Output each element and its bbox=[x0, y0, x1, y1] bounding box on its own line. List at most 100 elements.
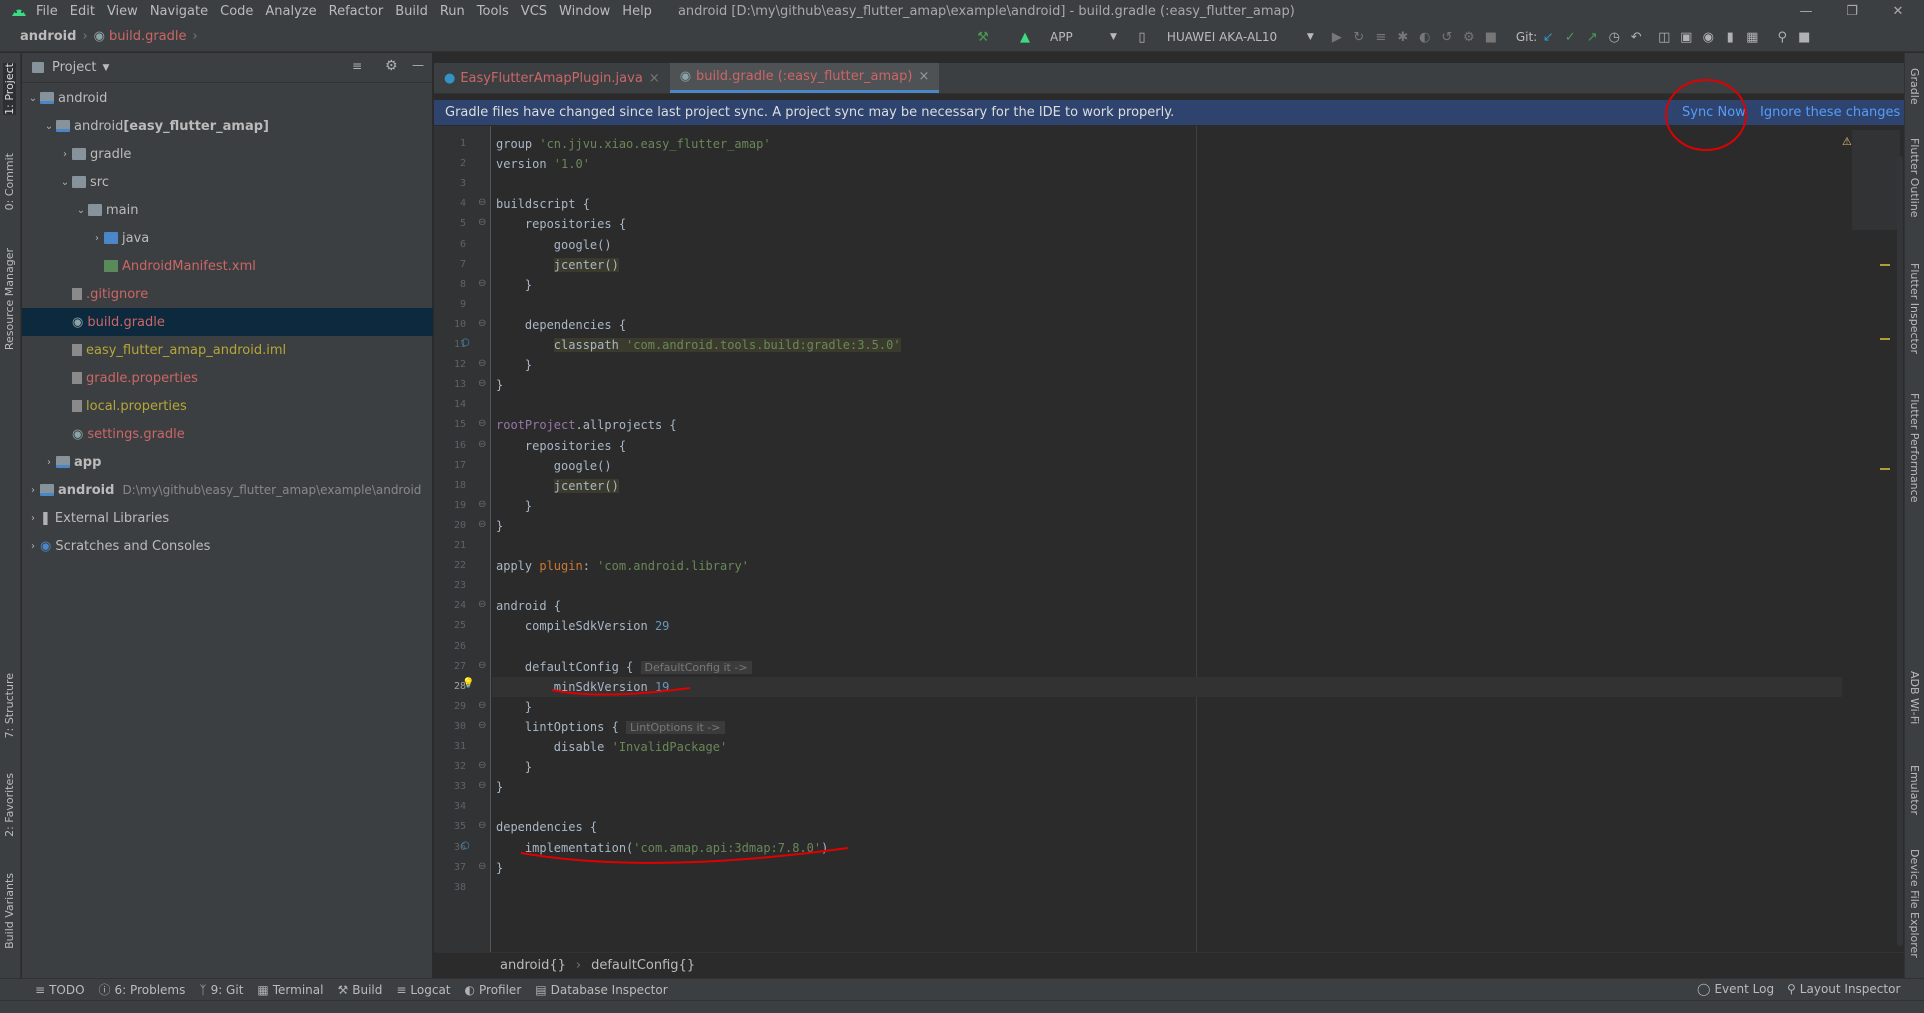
run-config-select[interactable]: APP bbox=[1050, 30, 1110, 44]
tool-tab-git[interactable]: ᛉ 9: Git bbox=[192, 983, 250, 997]
tool-tab-flutter-outline[interactable]: Flutter Outline bbox=[1908, 138, 1921, 218]
editor-scroll-area[interactable]: ⚠ 3 ⌃ ⌄ bbox=[1842, 126, 1904, 952]
tab-build-gradle[interactable]: ◉ build.gradle (:easy_flutter_amap) × bbox=[669, 63, 940, 93]
fold-marker-icon[interactable]: ⊖ bbox=[478, 599, 486, 610]
warning-marker[interactable] bbox=[1880, 264, 1890, 266]
collapse-all-icon[interactable]: ≡ bbox=[352, 59, 362, 73]
code-line[interactable]: } bbox=[496, 859, 503, 877]
chevron-down-icon[interactable]: ⌄ bbox=[42, 121, 56, 132]
code-line[interactable]: jcenter() bbox=[496, 477, 619, 495]
tree-item-android-module[interactable]: ⌄ android [easy_flutter_amap] bbox=[22, 112, 433, 140]
fold-marker-icon[interactable]: ⊖ bbox=[478, 418, 486, 429]
dropdown-arrow-icon[interactable]: ▼ bbox=[1307, 32, 1314, 42]
fold-marker-icon[interactable]: ⊖ bbox=[478, 519, 486, 530]
code-line[interactable]: compileSdkVersion 29 bbox=[496, 617, 670, 635]
menu-help[interactable]: Help bbox=[616, 4, 658, 19]
git-update-icon[interactable]: ↙ bbox=[1537, 26, 1559, 48]
chevron-right-icon[interactable]: › bbox=[26, 513, 40, 524]
tool-tab-device-file-explorer[interactable]: Device File Explorer bbox=[1908, 849, 1921, 958]
fold-marker-icon[interactable]: ⊖ bbox=[478, 499, 486, 510]
terminal-window-icon[interactable]: ▣ bbox=[1675, 26, 1697, 48]
tree-item-build-gradle[interactable]: ◉ build.gradle bbox=[22, 308, 433, 336]
fold-marker-icon[interactable]: ⊖ bbox=[478, 820, 486, 831]
lightbulb-icon[interactable]: 💡 bbox=[462, 678, 474, 689]
code-line[interactable]: repositories { bbox=[496, 437, 626, 455]
tool-tab-problems[interactable]: ⓘ 6: Problems bbox=[92, 981, 193, 998]
fold-marker-icon[interactable]: ⊖ bbox=[478, 720, 486, 731]
tree-item-iml[interactable]: easy_flutter_amap_android.iml bbox=[22, 336, 433, 364]
fold-marker-icon[interactable]: ⊖ bbox=[478, 760, 486, 771]
fold-marker-icon[interactable]: ⊖ bbox=[478, 439, 486, 450]
git-history-icon[interactable]: ◷ bbox=[1603, 26, 1625, 48]
tree-item-android-example[interactable]: › android D:\my\github\easy_flutter_amap… bbox=[22, 476, 433, 504]
code-line[interactable]: } bbox=[496, 778, 503, 796]
git-rollback-icon[interactable]: ↶ bbox=[1625, 26, 1647, 48]
tree-item-scratches[interactable]: › ◉ Scratches and Consoles bbox=[22, 532, 433, 560]
menu-analyze[interactable]: Analyze bbox=[259, 4, 322, 19]
tool-tab-flutter-performance[interactable]: Flutter Performance bbox=[1908, 393, 1921, 502]
tree-item-android-root[interactable]: ⌄ android bbox=[22, 84, 433, 112]
gradle-dependency-icon[interactable]: ○ bbox=[461, 840, 470, 851]
tree-item-android-manifest[interactable]: AndroidManifest.xml bbox=[22, 252, 433, 280]
sync-now-link[interactable]: Sync Now bbox=[1682, 105, 1746, 120]
debug-icon[interactable]: ✱ bbox=[1392, 26, 1414, 48]
code-line[interactable]: defaultConfig { DefaultConfig it -> bbox=[496, 658, 752, 676]
gradle-dependency-icon[interactable]: ○ bbox=[461, 337, 470, 348]
code-line[interactable]: group 'cn.jjvu.xiao.easy_flutter_amap' bbox=[496, 135, 771, 153]
fold-marker-icon[interactable]: ⊖ bbox=[478, 318, 486, 329]
code-line[interactable]: google() bbox=[496, 236, 612, 254]
tree-item-src[interactable]: ⌄ src bbox=[22, 168, 433, 196]
tool-tab-commit[interactable]: 0: Commit bbox=[3, 153, 16, 210]
code-minimap[interactable] bbox=[1852, 130, 1900, 230]
code-line[interactable]: dependencies { bbox=[496, 818, 597, 836]
menu-refactor[interactable]: Refactor bbox=[323, 4, 390, 19]
dropdown-arrow-icon[interactable]: ▼ bbox=[102, 63, 109, 73]
tree-item-gradle-properties[interactable]: gradle.properties bbox=[22, 364, 433, 392]
tree-item-app[interactable]: › app bbox=[22, 448, 433, 476]
tool-tab-build[interactable]: ⚒ Build bbox=[330, 983, 389, 997]
tool-tab-project[interactable]: 1: Project bbox=[3, 63, 16, 115]
fold-marker-icon[interactable]: ⊖ bbox=[478, 358, 486, 369]
tree-item-external-libraries[interactable]: › ❚ External Libraries bbox=[22, 504, 433, 532]
tool-tab-emulator[interactable]: Emulator bbox=[1908, 765, 1921, 815]
chevron-down-icon[interactable]: ⌄ bbox=[26, 93, 40, 104]
apply-code-changes-icon[interactable]: ≡ bbox=[1370, 26, 1392, 48]
restore-icon[interactable]: ❐ bbox=[1832, 0, 1872, 22]
code-line[interactable]: google() bbox=[496, 457, 612, 475]
editor-crumb-android[interactable]: android{} bbox=[500, 958, 566, 973]
code-line[interactable]: jcenter() bbox=[496, 256, 619, 274]
tool-tab-structure[interactable]: 7: Structure bbox=[3, 673, 16, 738]
git-commit-icon[interactable]: ✓ bbox=[1559, 26, 1581, 48]
project-structure-icon[interactable]: ◫ bbox=[1653, 26, 1675, 48]
code-line[interactable]: minSdkVersion 19 bbox=[496, 678, 670, 696]
user-icon[interactable]: ■ bbox=[1793, 26, 1815, 48]
fold-marker-icon[interactable]: ⊖ bbox=[478, 700, 486, 711]
dropdown-arrow-icon[interactable]: ▼ bbox=[1110, 32, 1117, 42]
code-line[interactable]: buildscript { bbox=[496, 195, 590, 213]
menu-file[interactable]: File bbox=[30, 4, 64, 19]
tool-tab-gradle[interactable]: Gradle bbox=[1908, 68, 1921, 105]
fold-marker-icon[interactable]: ⊖ bbox=[478, 217, 486, 228]
chevron-right-icon[interactable]: › bbox=[58, 149, 72, 160]
editor-crumb-default-config[interactable]: defaultConfig{} bbox=[591, 958, 695, 973]
minimize-icon[interactable]: — bbox=[1786, 0, 1826, 22]
tool-tab-event-log[interactable]: ◯ Event Log bbox=[1690, 982, 1781, 996]
run-icon[interactable]: ▶ bbox=[1326, 26, 1348, 48]
stop-icon[interactable]: ■ bbox=[1480, 26, 1502, 48]
ignore-changes-link[interactable]: Ignore these changes bbox=[1760, 105, 1900, 120]
warning-marker[interactable] bbox=[1880, 468, 1890, 470]
chevron-right-icon[interactable]: › bbox=[42, 457, 56, 468]
code-line[interactable]: lintOptions { LintOptions it -> bbox=[496, 718, 725, 736]
breadcrumb-file[interactable]: build.gradle bbox=[109, 29, 187, 44]
tool-tab-adb-wifi[interactable]: ADB Wi-Fi bbox=[1908, 671, 1921, 724]
fold-marker-icon[interactable]: ⊖ bbox=[478, 780, 486, 791]
chevron-down-icon[interactable]: ⌄ bbox=[74, 205, 88, 216]
code-line[interactable]: repositories { bbox=[496, 215, 626, 233]
code-line[interactable]: rootProject.allprojects { bbox=[496, 416, 677, 434]
fold-marker-icon[interactable]: ⊖ bbox=[478, 660, 486, 671]
code-line[interactable]: android { bbox=[496, 597, 561, 615]
menu-view[interactable]: View bbox=[101, 4, 144, 19]
code-editor[interactable]: group 'cn.jjvu.xiao.easy_flutter_amap' ve… bbox=[492, 126, 1842, 952]
tool-tab-todo[interactable]: ≡ TODO bbox=[28, 983, 92, 997]
attach-debugger-icon[interactable]: ↺ bbox=[1436, 26, 1458, 48]
